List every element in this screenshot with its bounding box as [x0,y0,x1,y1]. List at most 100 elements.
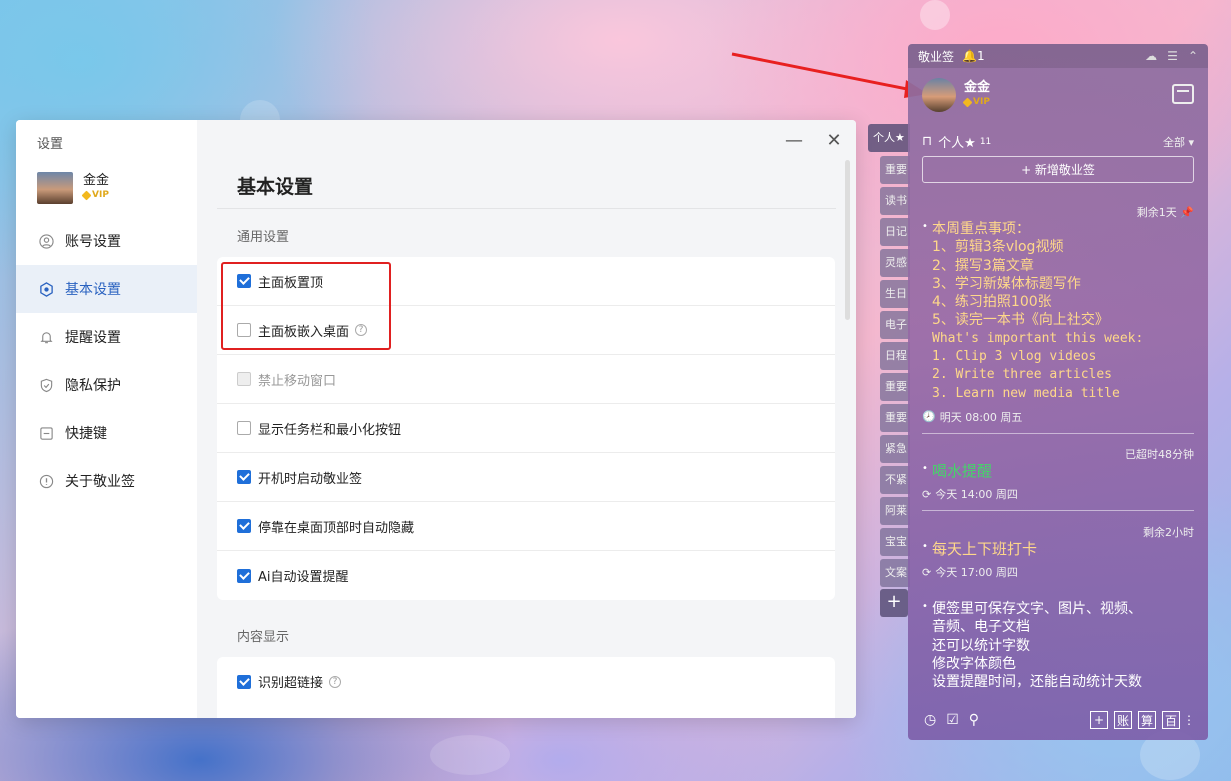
note-time: ⟳ 今天 17:00 周四 [922,565,1018,580]
settings-content: — ✕ 基本设置 通用设置 主面板置顶 主面板嵌入桌面? 禁止移动窗口 显示任务… [197,120,856,718]
close-button[interactable]: ✕ [822,130,846,151]
avatar[interactable] [922,78,956,112]
note-text: 本周重点事项： 1、剪辑3条vlog视频 2、撰写3篇文章 3、学习新媒体标题写… [922,218,1194,403]
diamond-icon [962,97,973,107]
tab-category[interactable]: 重要 [880,156,910,184]
tab-category[interactable]: 电子 [880,311,910,339]
tab-category[interactable]: 生日 [880,280,910,308]
cloud-icon[interactable]: ☁ [1145,49,1157,63]
note-item[interactable]: 便签里可保存文字、图片、视频、 音频、电子文档 还可以统计字数 修改字体颜色 设… [922,598,1194,691]
option-auto-hide[interactable]: 停靠在桌面顶部时自动隐藏 [217,502,835,551]
repeat-icon: ⟳ [922,487,932,501]
add-icon[interactable]: + [1090,711,1108,729]
calendar-icon[interactable] [1172,84,1194,104]
note-status: 已超时48分钟 [1125,448,1194,461]
divider [922,510,1194,512]
search-icon[interactable]: ⚲ [969,712,979,728]
content-settings-card: 识别超链接? [217,657,835,718]
nav-label: 隐私保护 [65,378,121,394]
tab-category[interactable]: 紧急 [880,435,910,463]
tab-category[interactable]: 文案 [880,559,910,587]
nav-label: 基本设置 [65,282,121,298]
settings-window: 设置 金金 VIP 账号设置 基本设置 提醒设置 隐私保护 快捷键 关于敬业签 … [16,120,856,718]
option-ai-reminder[interactable]: Ai自动设置提醒 [217,551,835,600]
nav-label: 账号设置 [65,234,121,250]
bell-icon [38,329,54,345]
new-note-button[interactable]: + 新增敬业签 [922,156,1194,183]
nav-reminder-settings[interactable]: 提醒设置 [16,313,197,361]
collapse-icon[interactable]: ⌃ [1188,49,1198,63]
user-icon [38,233,54,249]
category-count: 11 [979,136,992,147]
nav-label: 关于敬业签 [65,474,135,490]
nav-about[interactable]: 关于敬业签 [16,457,197,505]
app-name: 敬业签 [918,49,955,64]
option-label: 识别超链接 [258,676,324,691]
tab-category[interactable]: 日记 [880,218,910,246]
checkbox[interactable] [237,470,251,484]
note-text: 便签里可保存文字、图片、视频、 音频、电子文档 还可以统计字数 修改字体颜色 设… [922,598,1194,691]
diamond-icon [81,190,92,201]
vip-badge: VIP [81,188,109,203]
note-text: 每天上下班打卡 [922,538,1194,558]
option-label: 开机时启动敬业签 [258,471,363,487]
option-show-taskbar[interactable]: 显示任务栏和最小化按钮 [217,404,835,453]
tab-category[interactable]: 读书 [880,187,910,215]
note-text: 喝水提醒 [922,460,1194,480]
option-lock-window: 禁止移动窗口 [217,355,835,404]
repeat-icon: ⟳ [922,565,932,579]
settings-sidebar: 设置 金金 VIP 账号设置 基本设置 提醒设置 隐私保护 快捷键 关于敬业签 [16,120,197,718]
notification-icon[interactable]: 🔔1 [962,49,985,63]
ledger-icon[interactable]: 账 [1114,711,1132,729]
keyboard-icon [38,425,54,441]
nav-basic-settings[interactable]: 基本设置 [16,265,197,313]
tab-category[interactable]: 宝宝 [880,528,910,556]
add-tab-button[interactable]: + [880,589,908,617]
tab-category[interactable]: 重要 [880,373,910,401]
tab-personal[interactable]: 个人★ [868,124,910,152]
help-icon[interactable]: ? [329,675,342,688]
panel-user[interactable]: 金金 VIP [922,78,990,112]
nav-account-settings[interactable]: 账号设置 [16,217,197,265]
user-name: 金金 [964,80,991,95]
menu-icon[interactable]: ☰ [1167,49,1178,63]
clock-icon[interactable]: ◷ [924,712,936,728]
section-general-title: 通用设置 [237,230,290,245]
more-icon[interactable]: ⋮ [1183,711,1195,729]
clock-icon: 🕗 [922,410,936,424]
tab-category[interactable]: 阿莱 [880,497,910,525]
panel-titlebar: 敬业签 🔔1 ☁ ☰ ⌃ [908,44,1208,68]
nav-privacy[interactable]: 隐私保护 [16,361,197,409]
tab-category[interactable]: 灵感 [880,249,910,277]
minimize-button[interactable]: — [782,130,806,151]
nav-shortcuts[interactable]: 快捷键 [16,409,197,457]
option-launch-at-startup[interactable]: 开机时启动敬业签 [217,453,835,502]
option-detect-links[interactable]: 识别超链接? [217,657,835,706]
checkbox[interactable] [237,674,251,689]
note-item[interactable]: 已超时48分钟 喝水提醒 ⟳今天 14:00 周四 [922,446,1194,512]
tab-category[interactable]: 日程 [880,342,910,370]
scrollbar[interactable] [845,160,850,320]
checkbox[interactable] [237,421,251,435]
tab-category[interactable]: 重要 [880,404,910,432]
divider [922,432,1194,434]
note-item[interactable]: 剩余1天 📌 本周重点事项： 1、剪辑3条vlog视频 2、撰写3篇文章 3、学… [922,204,1194,434]
calculator-icon[interactable]: 算 [1138,711,1156,729]
checkbox [237,372,251,386]
filter-dropdown[interactable]: 全部 ▾ [1163,134,1194,150]
info-icon [38,473,54,489]
category-header: ⊓ 个人★ 11 全部 ▾ [922,132,1194,151]
background-bokeh [920,0,950,30]
checkbox[interactable] [237,568,251,583]
shield-icon [38,377,54,393]
option-label: Ai自动设置提醒 [258,570,349,585]
option-label: 禁止移动窗口 [258,373,337,389]
notification-count: 1 [976,49,985,63]
checkbox[interactable] [237,519,251,533]
note-item[interactable]: 剩余2小时 每天上下班打卡 ⟳今天 17:00 周四 [922,524,1194,580]
encyclopedia-icon[interactable]: 百 [1162,711,1180,729]
tab-category[interactable]: 不紧 [880,466,910,494]
checklist-icon[interactable]: ☑ [946,712,959,728]
vip-badge: VIP [962,95,990,109]
pin-icon: 📌 [1180,206,1194,219]
